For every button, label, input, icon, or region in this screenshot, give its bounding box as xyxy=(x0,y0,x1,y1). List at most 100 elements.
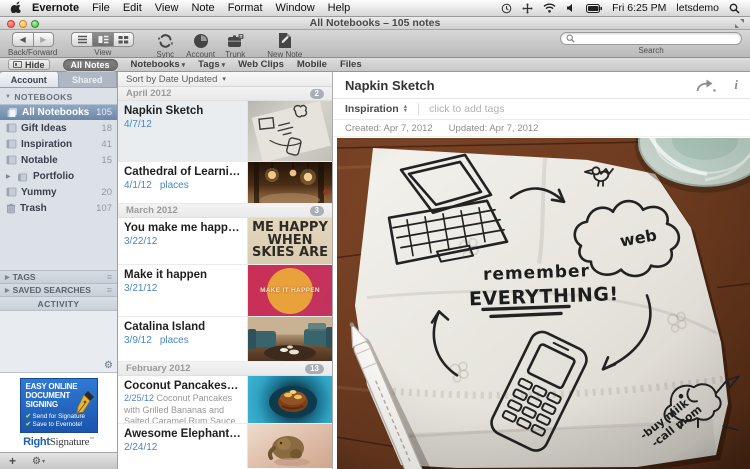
note-row-cathedral[interactable]: Cathedral of Learning 4/1/12 places xyxy=(118,162,332,204)
note-row-napkin-sketch[interactable]: Napkin Sketch 4/7/12 xyxy=(118,101,332,162)
filter-bar: Hide All Notes Notebooks ▾ Tags ▾ Web Clip… xyxy=(0,58,750,72)
chevron-down-icon: ▾ xyxy=(222,76,226,83)
note-detail: Napkin Sketch i Inspiration ▲ ▼ click to … xyxy=(333,72,750,469)
sidebar: Account Shared ▼ NOTEBOOKS All Notebooks 1… xyxy=(0,72,118,469)
menu-view[interactable]: View xyxy=(155,2,179,14)
sync-button[interactable] xyxy=(157,32,174,49)
note-date: 2/25/12 xyxy=(124,393,155,403)
check-icon: ✔ xyxy=(25,412,31,420)
note-title: Cathedral of Learning xyxy=(124,166,241,178)
menu-file[interactable]: File xyxy=(92,2,110,14)
forward-button[interactable]: ▶ xyxy=(32,32,54,47)
add-tags-field[interactable]: click to add tags xyxy=(429,103,504,115)
notebooks-section-header[interactable]: ▼ NOTEBOOKS xyxy=(0,88,117,104)
menubar-user[interactable]: letsdemo xyxy=(676,2,719,14)
account-button[interactable] xyxy=(193,32,209,49)
note-body-photo[interactable]: web remember EVERYTHING! -buy milk -call… xyxy=(337,138,750,469)
saved-searches-section-header[interactable]: ▶ SAVED SEARCHES ≡ xyxy=(0,283,117,296)
fullscreen-icon[interactable] xyxy=(735,19,744,28)
tab-shared[interactable]: Shared xyxy=(59,72,117,87)
sidebar-item-all-notebooks[interactable]: All Notebooks 105 xyxy=(0,104,117,120)
list-view-button[interactable] xyxy=(71,32,93,47)
activity-panel: ⚙ xyxy=(0,311,117,372)
note-row-make-it-happen[interactable]: Make it happen 3/21/12 MAKE IT HAPPEN xyxy=(118,265,332,317)
view-label: View xyxy=(94,48,112,57)
activity-section-header[interactable]: ACTIVITY xyxy=(0,296,117,311)
info-icon[interactable]: i xyxy=(734,77,738,93)
volume-icon[interactable] xyxy=(566,3,576,13)
group-header-february: February 2012 13 xyxy=(118,362,332,376)
chevron-down-icon: ▾ xyxy=(181,62,186,69)
screen: Evernote File Edit View Note Format Wind… xyxy=(0,0,750,469)
menubar-clock[interactable]: Fri 6:25 PM xyxy=(612,2,666,14)
note-detail-title[interactable]: Napkin Sketch xyxy=(345,78,435,93)
sidebar-item-notable[interactable]: Notable 15 xyxy=(0,152,117,168)
filter-all-notes[interactable]: All Notes xyxy=(62,58,118,71)
note-row-elephant-ring[interactable]: Awesome Elephant Ring 2/24/12 xyxy=(118,424,332,468)
notebook-selector[interactable]: Inspiration ▲ ▼ xyxy=(345,103,408,115)
note-row-coconut-pancakes[interactable]: Coconut Pancakes with Grilled Banan... 2… xyxy=(118,376,332,424)
filter-notebooks[interactable]: Notebooks ▾ xyxy=(131,59,186,70)
menu-evernote[interactable]: Evernote xyxy=(32,2,79,14)
sidebar-item-trash[interactable]: Trash 107 xyxy=(0,200,117,216)
filter-tags[interactable]: Tags ▾ xyxy=(198,59,225,70)
ad-brand[interactable]: RightSignature™ xyxy=(23,436,94,448)
back-button[interactable]: ◀ xyxy=(11,32,33,47)
wifi-icon[interactable] xyxy=(543,3,556,13)
note-row-catalina-island[interactable]: Catalina Island 3/9/12 places xyxy=(118,317,332,362)
sidebar-item-portfolio[interactable]: ▶ Portfolio xyxy=(0,168,117,184)
napkin-sketch-image: web remember EVERYTHING! -buy milk -call… xyxy=(337,138,750,469)
snippet-view-button[interactable] xyxy=(92,32,114,47)
sidebar-item-gift-ideas[interactable]: Gift Ideas 18 xyxy=(0,120,117,136)
minimize-button[interactable] xyxy=(19,20,27,28)
zoom-button[interactable] xyxy=(31,20,39,28)
filter-web-clips[interactable]: Web Clips xyxy=(238,59,284,70)
menu-note[interactable]: Note xyxy=(191,2,214,14)
disclosure-closed-icon: ▶ xyxy=(5,287,10,294)
sort-bar[interactable]: Sort by Date Updated ▾ xyxy=(118,72,332,87)
ad-rightsignature[interactable]: EASY ONLINE DOCUMENT SIGNING ✔ Send for … xyxy=(19,378,98,433)
note-place: places xyxy=(159,335,189,346)
note-title: Awesome Elephant Ring xyxy=(124,428,241,440)
menu-edit[interactable]: Edit xyxy=(123,2,142,14)
chevron-down-icon: ▾ xyxy=(221,62,226,69)
card-view-button[interactable] xyxy=(113,32,135,47)
search-input[interactable] xyxy=(575,33,736,44)
close-button[interactable] xyxy=(7,20,15,28)
apple-icon xyxy=(10,1,21,13)
window-title: All Notebooks – 105 notes xyxy=(309,17,441,29)
note-date: 4/7/12 xyxy=(124,119,152,130)
actions-gear-button[interactable]: ⚙ ▾ xyxy=(32,456,45,467)
trunk-button[interactable]: T xyxy=(227,32,244,49)
note-thumbnail-happy: ME HAPPY WHEN SKIES ARE xyxy=(247,218,332,264)
add-notebook-button[interactable]: + xyxy=(9,455,16,467)
tags-section-header[interactable]: ▶ TAGS ≡ xyxy=(0,270,117,283)
pen-nib-icon xyxy=(76,391,94,414)
spotlight-icon[interactable] xyxy=(729,3,740,14)
menu-window[interactable]: Window xyxy=(276,2,315,14)
hide-sidebar-button[interactable]: Hide xyxy=(8,59,50,70)
filter-mobile[interactable]: Mobile xyxy=(297,59,327,70)
tab-account[interactable]: Account xyxy=(0,72,59,87)
new-note-button[interactable] xyxy=(277,32,292,49)
search-field[interactable] xyxy=(560,32,742,45)
accessibility-icon[interactable] xyxy=(522,3,533,14)
disclosure-closed-icon: ▶ xyxy=(5,274,10,281)
disclosure-open-icon: ▼ xyxy=(5,94,12,100)
apple-menu[interactable] xyxy=(10,1,21,16)
time-machine-icon[interactable] xyxy=(501,3,512,14)
window-title-bar[interactable]: All Notebooks – 105 notes xyxy=(0,17,750,30)
menu-format[interactable]: Format xyxy=(228,2,263,14)
note-row-you-make-me-happy[interactable]: You make me happy wh... 3/22/12 ME HAPPY… xyxy=(118,218,332,265)
share-icon[interactable] xyxy=(696,79,717,92)
sidebar-item-yummy[interactable]: Yummy 20 xyxy=(0,184,117,200)
note-list: Sort by Date Updated ▾ April 2012 2 Napkin… xyxy=(118,72,333,469)
menu-help[interactable]: Help xyxy=(328,2,351,14)
activity-gear-icon[interactable]: ⚙ xyxy=(104,361,113,371)
stepper-arrows-icon: ▲ ▼ xyxy=(402,104,409,114)
battery-icon[interactable] xyxy=(586,3,603,13)
sidebar-item-inspiration[interactable]: Inspiration 41 xyxy=(0,136,117,152)
disclosure-closed-icon[interactable]: ▶ xyxy=(6,173,13,180)
filter-files[interactable]: Files xyxy=(340,59,362,70)
menu-bar: Evernote File Edit View Note Format Wind… xyxy=(0,0,750,17)
